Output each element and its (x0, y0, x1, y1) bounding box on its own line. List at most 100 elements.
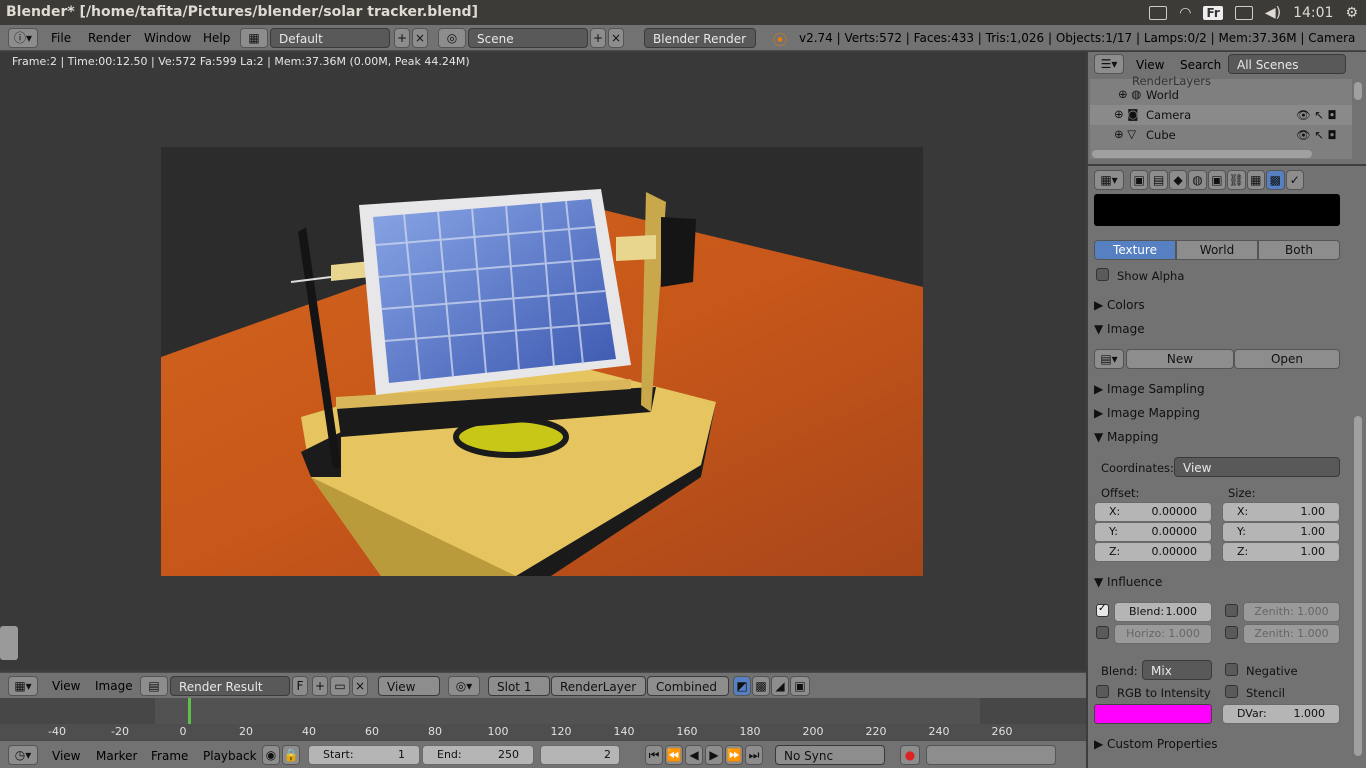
editor-type-properties-button[interactable]: ▦▾ (1094, 170, 1124, 190)
blend-mode-select[interactable]: Mix (1142, 660, 1212, 680)
outliner-item-camera[interactable]: Camera (1146, 108, 1191, 122)
keying-set-field[interactable] (926, 745, 1056, 765)
sync-mode-select[interactable]: No Sync (775, 745, 885, 765)
offset-z-field[interactable]: Z: 0.00000 (1094, 542, 1212, 562)
battery-icon[interactable] (1234, 5, 1253, 20)
world-tab-icon[interactable]: ◍ (1188, 170, 1207, 190)
pivot-icon[interactable]: ◎▾ (448, 676, 480, 696)
new-image-button[interactable]: New (1126, 349, 1234, 369)
outliner-renderlayers[interactable]: RenderLayers (1132, 74, 1211, 88)
brush-tab-icon[interactable]: ✓ (1285, 170, 1304, 190)
offset-x-field[interactable]: X: 0.00000 (1094, 502, 1212, 522)
offset-y-field[interactable]: Y: 0.00000 (1094, 522, 1212, 542)
editor-type-timeline-button[interactable]: ◷▾ (8, 745, 38, 765)
jump-end-icon[interactable]: ⏭ (745, 745, 763, 765)
use-preview-range-icon[interactable]: ◉ (262, 745, 280, 765)
next-keyframe-icon[interactable]: ⏩ (725, 745, 743, 765)
image-browse-icon[interactable]: ▤▾ (1094, 349, 1124, 369)
editor-type-outliner-button[interactable]: ☰▾ (1094, 54, 1124, 74)
slot-select[interactable]: Slot 1 (488, 676, 550, 696)
scene-select-icon[interactable]: ◎ (438, 28, 466, 48)
blend-factor-checkbox[interactable]: ✓ (1096, 603, 1109, 617)
tab-texture[interactable]: Texture (1094, 240, 1176, 260)
modifiers-tab-icon[interactable]: ▦ (1246, 170, 1266, 190)
render-tab-icon[interactable]: ▣ (1130, 170, 1149, 190)
outliner-item-world[interactable]: World (1146, 88, 1179, 102)
mapping-panel-header[interactable]: ▼ Mapping (1094, 426, 1350, 448)
coordinates-select[interactable]: View (1174, 457, 1340, 477)
custom-properties-panel-header[interactable]: ▶ Custom Properties (1094, 733, 1350, 755)
end-frame-field[interactable]: End: 250 (422, 745, 534, 765)
tab-world[interactable]: World (1176, 240, 1258, 260)
editor-type-image-button[interactable]: ▦▾ (8, 676, 38, 696)
zenith-up-field[interactable]: Zenith: 1.000 (1243, 602, 1340, 622)
menu-help[interactable]: Help (203, 31, 230, 45)
negative-checkbox[interactable] (1225, 663, 1238, 676)
keyboard-layout[interactable]: Fr (1203, 5, 1223, 20)
draw-channels-icon[interactable]: ▣ (790, 676, 810, 696)
clock[interactable]: 14:01 (1293, 5, 1333, 21)
outliner-filter-select[interactable]: All Scenes (1228, 54, 1346, 74)
image-panel-header[interactable]: ▼ Image (1094, 318, 1350, 340)
editor-type-info-button[interactable]: ⓘ▾ (8, 28, 38, 48)
current-frame-field[interactable]: 2 (540, 745, 620, 765)
menu-render[interactable]: Render (88, 31, 131, 45)
outliner-hscrollbar[interactable] (1092, 150, 1312, 158)
size-x-field[interactable]: X: 1.00 (1222, 502, 1340, 522)
add-scene-icon[interactable]: + (590, 28, 606, 48)
dvar-field[interactable]: DVar: 1.000 (1222, 704, 1340, 724)
horizon-field[interactable]: Horizo: 1.000 (1114, 624, 1212, 644)
image-browse-icon[interactable]: ▤ (140, 676, 168, 696)
outliner[interactable]: ☰▾ View Search All Scenes RenderLayers ⊕… (1088, 52, 1366, 164)
stencil-checkbox[interactable] (1225, 685, 1238, 698)
wifi-icon[interactable]: ◠ (1179, 5, 1191, 21)
menu-file[interactable]: File (51, 31, 71, 45)
unlink-image-icon[interactable]: × (352, 676, 368, 696)
settings-gear-icon[interactable]: ⚙ (1345, 5, 1358, 21)
volume-icon[interactable]: ◀) (1265, 5, 1281, 21)
blend-color-swatch[interactable] (1094, 704, 1212, 724)
draw-zbuffer-icon[interactable]: ◢ (771, 676, 789, 696)
menu-tl-view[interactable]: View (52, 749, 80, 763)
remove-layout-icon[interactable]: × (412, 28, 428, 48)
camera-navigation-icon[interactable] (0, 626, 18, 660)
fake-user-button[interactable]: F (292, 676, 308, 696)
layers-tab-icon[interactable]: ▤ (1149, 170, 1168, 190)
zenith-up-checkbox[interactable] (1225, 604, 1238, 617)
play-reverse-icon[interactable]: ◀ (685, 745, 703, 765)
image-name-field[interactable]: Render Result (170, 676, 290, 696)
open-image-icon[interactable]: ▭ (330, 676, 350, 696)
object-tab-icon[interactable]: ▣ (1207, 170, 1227, 190)
layout-select-icon[interactable]: ▦ (240, 28, 268, 48)
render-layer-select[interactable]: RenderLayer (551, 676, 646, 696)
menu-frame[interactable]: Frame (151, 749, 188, 763)
current-frame-marker[interactable] (188, 698, 191, 724)
menu-image[interactable]: Image (95, 679, 133, 693)
open-image-button[interactable]: Open (1234, 349, 1340, 369)
record-icon[interactable]: ● (900, 745, 920, 765)
visibility-eye-icon[interactable]: 👁 ↖ ◘ (1296, 108, 1337, 122)
render-engine-select[interactable]: Blender Render (644, 28, 756, 48)
visibility-eye-icon[interactable]: 👁 ↖ ◘ (1296, 128, 1337, 142)
image-sampling-panel-header[interactable]: ▶ Image Sampling (1094, 378, 1350, 400)
new-image-icon[interactable]: + (312, 676, 328, 696)
blend-factor-field[interactable]: Blend: 1.000 (1114, 602, 1212, 622)
remove-scene-icon[interactable]: × (608, 28, 624, 48)
outliner-menu-view[interactable]: View (1136, 58, 1164, 72)
draw-alpha-icon[interactable]: ▩ (752, 676, 770, 696)
outliner-item-cube[interactable]: Cube (1146, 128, 1176, 142)
properties-editor[interactable]: ▦▾ ▣ ▤ ◆ ◍ ▣ ⛓ ▦ ▩ ✓ Texture World Both … (1088, 166, 1366, 768)
timeline-area[interactable]: -40 -20 0 20 40 60 80 100 120 140 160 180 200 220 240 2… (0, 698, 1086, 740)
scene-field[interactable]: Scene (468, 28, 588, 48)
lock-icon[interactable]: 🔒 (282, 745, 300, 765)
tab-both[interactable]: Both (1258, 240, 1340, 260)
zenith-down-checkbox[interactable] (1225, 626, 1238, 639)
draw-rgba-icon[interactable]: ◩ (733, 676, 751, 696)
menu-marker[interactable]: Marker (96, 749, 137, 763)
start-frame-field[interactable]: Start: 1 (308, 745, 420, 765)
menu-window[interactable]: Window (144, 31, 191, 45)
menu-view[interactable]: View (52, 679, 80, 693)
zenith-down-field[interactable]: Zenith: 1.000 (1243, 624, 1340, 644)
colors-panel-header[interactable]: ▶ Colors (1094, 294, 1350, 316)
size-y-field[interactable]: Y: 1.00 (1222, 522, 1340, 542)
